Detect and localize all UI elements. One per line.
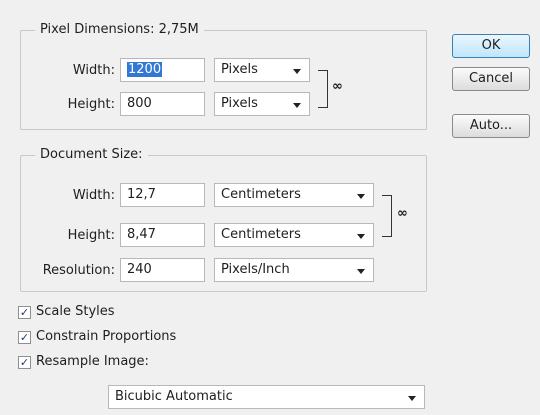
doc-width-unit-value: Centimeters [221,187,301,202]
scale-styles-label[interactable]: Scale Styles [36,304,115,319]
chevron-down-icon [357,194,365,199]
chevron-down-icon [293,69,301,74]
chain-link-icon[interactable]: ∞ [397,206,408,221]
resample-method-value: Bicubic Automatic [115,389,233,404]
constrain-proportions-label[interactable]: Constrain Proportions [36,329,176,344]
scale-styles-checkbox[interactable]: ✓ [18,306,31,319]
doc-height-value: 8,47 [127,227,156,242]
doc-width-unit-select[interactable]: Centimeters [214,183,374,207]
doc-height-label: Height: [67,228,115,243]
pixel-height-label: Height: [67,97,115,112]
checkmark-icon: ✓ [19,306,30,319]
pixel-width-unit-value: Pixels [221,62,258,77]
resolution-unit-select[interactable]: Pixels/Inch [214,258,374,282]
chain-link-icon[interactable]: ∞ [332,79,343,94]
pixel-height-value: 800 [127,96,152,111]
pixel-height-unit-select[interactable]: Pixels [214,92,310,116]
ok-button[interactable]: OK [452,34,530,58]
resolution-field[interactable]: 240 [120,258,205,282]
pixel-dimensions-legend: Pixel Dimensions: 2,75M [35,22,204,37]
chevron-down-icon [357,269,365,274]
pixel-height-unit-value: Pixels [221,96,258,111]
pixel-width-field[interactable]: 1200 [120,58,205,82]
auto-button[interactable]: Auto... [452,114,530,138]
doc-height-field[interactable]: 8,47 [120,223,205,247]
pixel-height-field[interactable]: 800 [120,92,205,116]
resolution-label: Resolution: [42,263,115,278]
pixel-link-bracket [318,70,328,108]
doc-link-bracket [382,195,392,237]
pixel-width-label: Width: [72,63,115,78]
doc-width-label: Width: [72,188,115,203]
resolution-unit-value: Pixels/Inch [221,262,290,277]
doc-height-unit-value: Centimeters [221,227,301,242]
cancel-button[interactable]: Cancel [452,67,530,91]
resample-image-checkbox[interactable]: ✓ [18,356,31,369]
constrain-proportions-checkbox[interactable]: ✓ [18,331,31,344]
resolution-value: 240 [127,262,152,277]
pixel-width-value: 1200 [127,62,163,77]
document-size-legend: Document Size: [35,147,148,162]
doc-width-field[interactable]: 12,7 [120,183,205,207]
chevron-down-icon [293,103,301,108]
checkmark-icon: ✓ [19,331,30,344]
resample-image-label[interactable]: Resample Image: [36,354,149,369]
pixel-width-unit-select[interactable]: Pixels [214,58,310,82]
chevron-down-icon [357,234,365,239]
resample-method-select[interactable]: Bicubic Automatic [108,385,425,409]
doc-width-value: 12,7 [127,187,156,202]
checkmark-icon: ✓ [19,356,30,369]
chevron-down-icon [408,396,416,401]
doc-height-unit-select[interactable]: Centimeters [214,223,374,247]
